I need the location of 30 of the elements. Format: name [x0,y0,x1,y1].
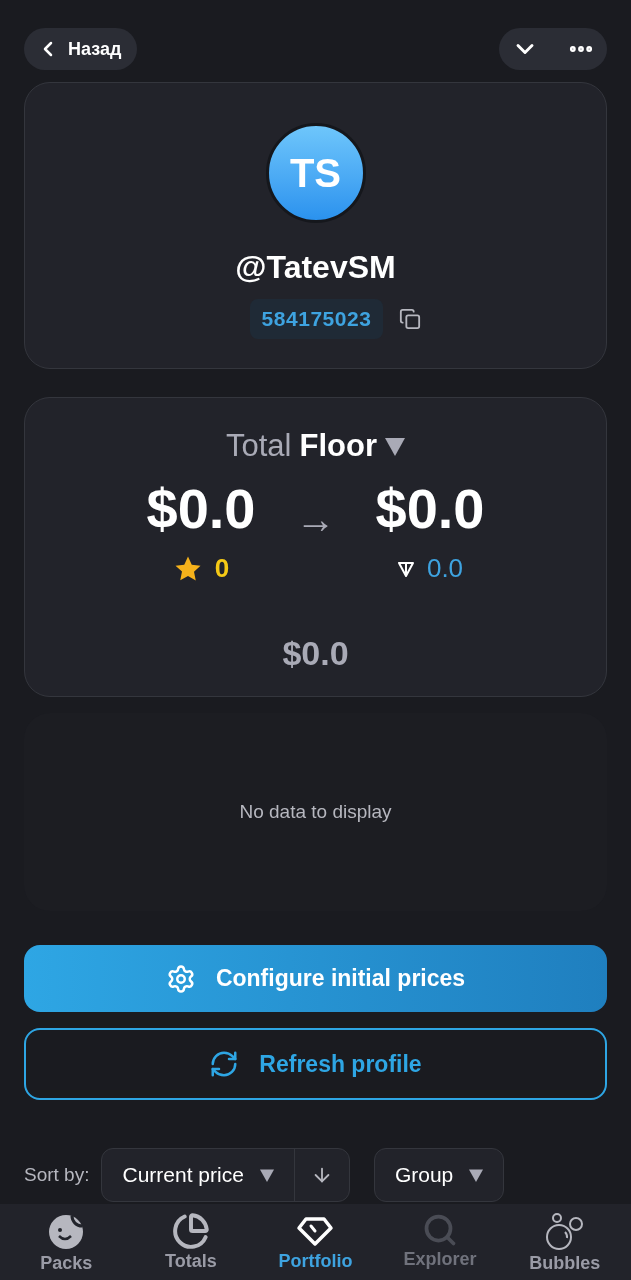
arrow-text: → [295,496,336,543]
dropdown-triangle-icon [259,1168,274,1182]
back-button[interactable]: Назад [24,28,138,70]
dropdown-triangle-icon [469,1168,484,1182]
to-value: $0.0 [375,481,485,537]
total-mode-selector[interactable]: Total Floor [226,430,405,461]
ton-icon [396,559,415,578]
nav-tab[interactable]: Totals [135,1212,246,1273]
username: @TatevSM [235,248,396,287]
copy-icon[interactable] [399,307,422,330]
nav-tab[interactable]: Packs [11,1212,122,1275]
empty-message: No data to display [239,799,392,824]
user-id[interactable]: 584175023 [249,299,384,339]
group-dropdown[interactable]: Group [373,1148,505,1202]
stars-amount: 0 [214,552,230,585]
refresh-button[interactable]: Refresh profile [24,1028,607,1100]
pie-chart-icon [171,1212,210,1250]
difference-value: $0.0 [282,633,349,674]
sort-field-dropdown[interactable]: Current price [102,1149,295,1201]
nav-tab[interactable]: Portfolio [260,1212,371,1273]
settings-icon [165,963,196,994]
configure-button[interactable]: Configure initial prices [24,945,607,1012]
sort-label: Sort by: [24,1162,90,1187]
from-value: $0.0 [146,481,256,537]
refresh-icon [209,1049,240,1079]
ton-amount: 0.0 [426,552,464,585]
bubbles-icon [543,1212,586,1252]
nav-tab[interactable]: Bubbles [509,1212,620,1275]
dropdown-triangle-icon [385,435,405,456]
avatar: TS [265,123,366,223]
